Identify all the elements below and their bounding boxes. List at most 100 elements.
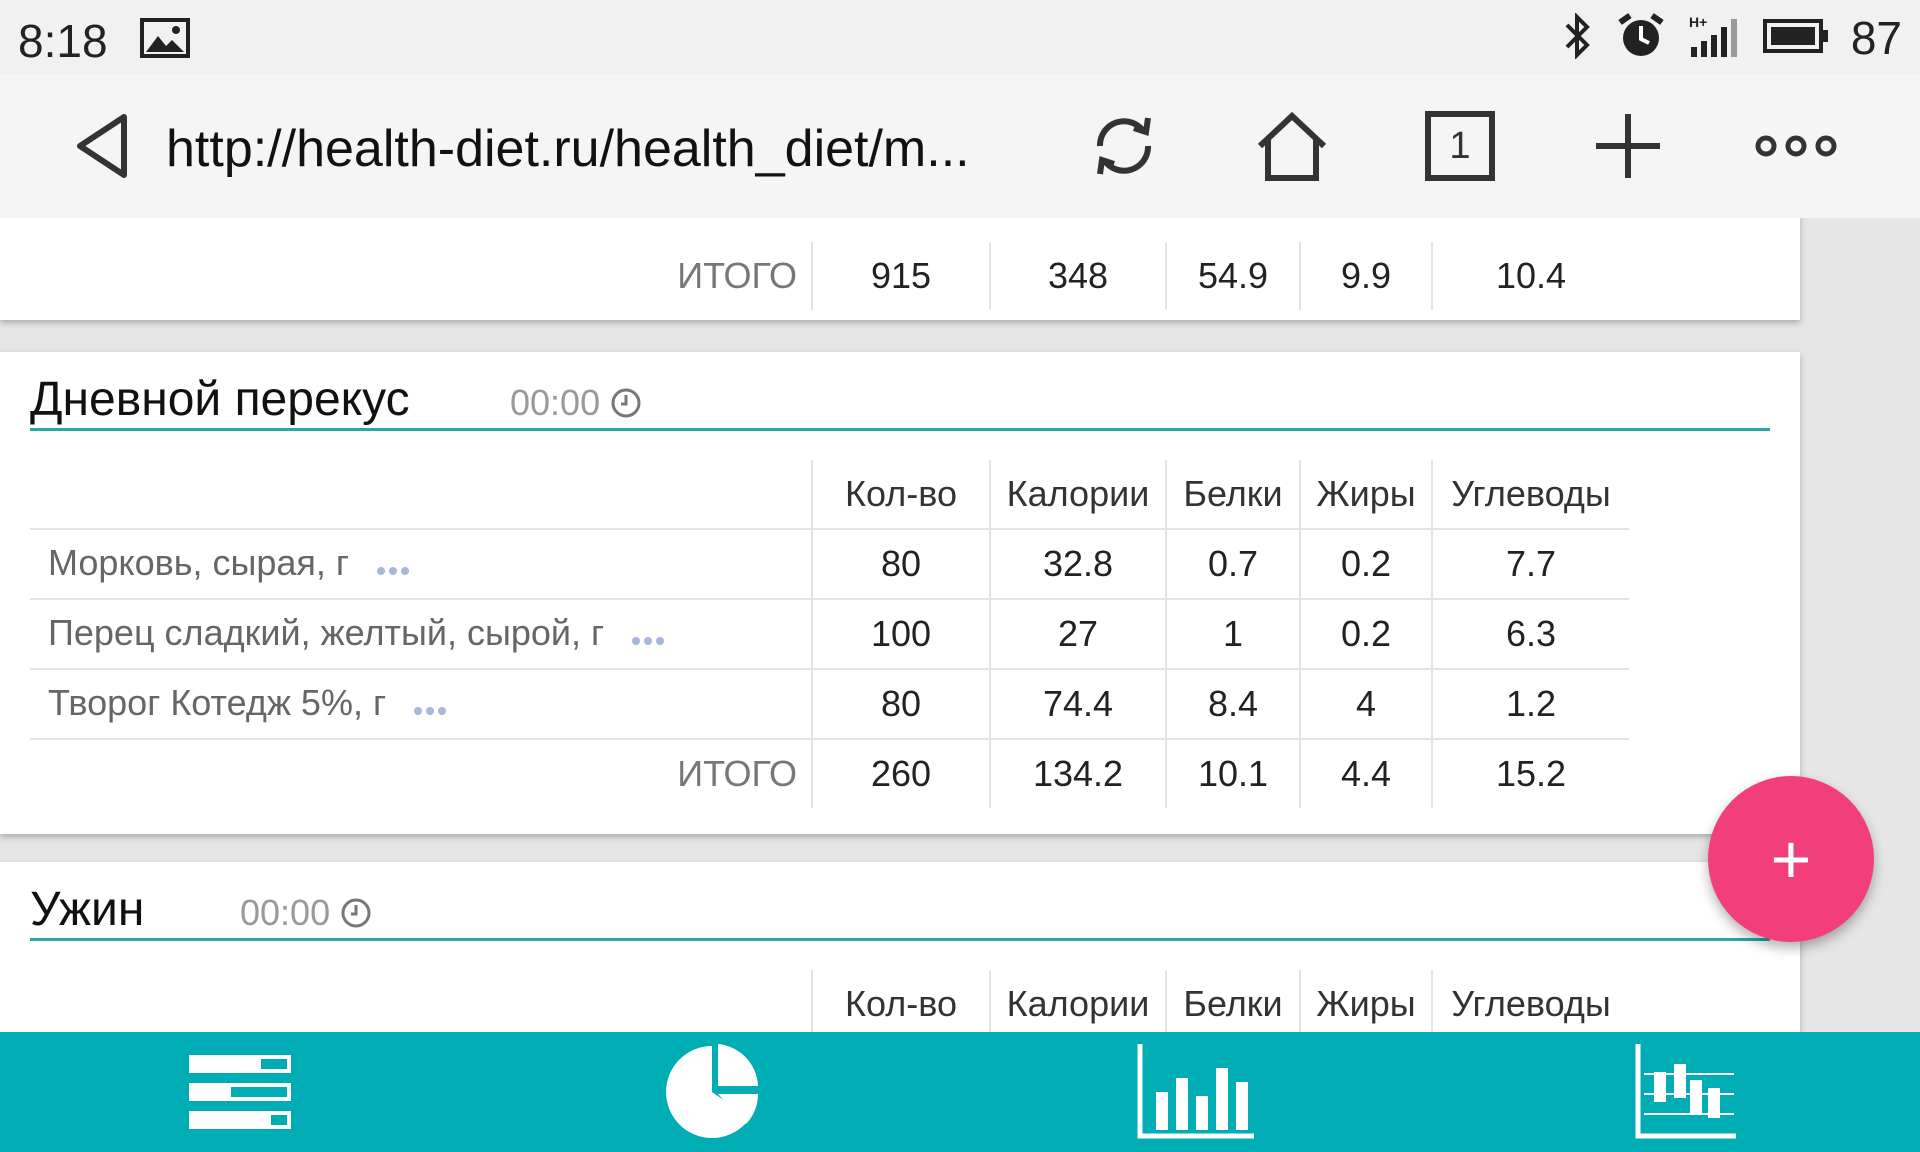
meal-time[interactable]: 00:00: [240, 892, 372, 934]
bluetooth-icon: [1561, 11, 1595, 64]
add-food-button[interactable]: +: [1708, 776, 1874, 942]
food-menu-icon[interactable]: [375, 544, 411, 586]
table-total-row: ИТОГО 260 134.2 10.1 4.4 15.2: [30, 739, 1629, 808]
header-name: [30, 970, 813, 1032]
total-qty: 915: [812, 242, 991, 310]
back-button[interactable]: [60, 104, 144, 188]
header-qty: Кол-во: [812, 970, 991, 1032]
list-bars-icon: [189, 1055, 291, 1129]
battery-level: 87: [1850, 12, 1902, 64]
header-carb: Углеводы: [1432, 970, 1629, 1032]
menu-button[interactable]: [1754, 104, 1838, 188]
total-cal: 134.2: [990, 739, 1167, 808]
meal-divider: [30, 938, 1770, 941]
food-fat: 4: [1300, 669, 1433, 740]
bottom-navigation: [0, 1032, 1920, 1152]
food-cal: 74.4: [990, 669, 1167, 740]
clock-icon: [611, 388, 641, 418]
food-name-text: Морковь, сырая, г: [48, 541, 350, 583]
status-bar: 8:18 H+ 87: [0, 0, 1920, 74]
food-menu-icon[interactable]: [412, 684, 448, 726]
tab-count: 1: [1449, 124, 1471, 167]
pie-chart-icon: [666, 1044, 758, 1138]
image-icon: [140, 18, 190, 63]
total-prot: 10.1: [1166, 739, 1301, 808]
table-total-row: ИТОГО 915 348 54.9 9.9 10.4: [30, 242, 1629, 310]
meal-card-snack: Дневной перекус 00:00 Кол-во Калории Бел…: [0, 352, 1800, 834]
food-prot: 1: [1166, 599, 1301, 670]
meal-title: Ужин: [30, 883, 145, 936]
total-fat: 9.9: [1300, 242, 1433, 310]
status-time: 8:18: [18, 15, 108, 67]
total-carb: 15.2: [1495, 753, 1567, 794]
meal-time-value: 00:00: [510, 382, 601, 423]
food-carb: 1.2: [1432, 669, 1629, 740]
total-fat: 4.4: [1300, 739, 1433, 808]
candlestick-chart-icon: [1635, 1044, 1736, 1139]
food-menu-icon[interactable]: [630, 614, 666, 656]
meal-time[interactable]: 00:00: [510, 382, 642, 424]
new-tab-button[interactable]: [1586, 104, 1670, 188]
reload-icon: [1096, 117, 1152, 175]
food-carb: 6.3: [1432, 599, 1629, 670]
header-carb: Углеводы: [1432, 460, 1629, 530]
food-qty[interactable]: 80: [812, 529, 991, 600]
home-icon: [1257, 111, 1327, 181]
total-label: ИТОГО: [30, 739, 813, 808]
food-name: Перец сладкий, желтый, сырой, г: [30, 599, 813, 670]
battery-icon: [1762, 18, 1829, 58]
total-carb: 10.4: [1495, 255, 1567, 296]
food-cal: 32.8: [990, 529, 1167, 600]
home-button[interactable]: [1250, 104, 1334, 188]
meal-table-previous: ИТОГО 915 348 54.9 9.9 10.4: [30, 242, 1629, 310]
total-cal: 348: [990, 242, 1167, 310]
nav-stats-button[interactable]: [1626, 1042, 1746, 1142]
total-label: ИТОГО: [30, 242, 813, 310]
total-qty: 260: [812, 739, 991, 808]
table-header-row: Кол-во Калории Белки Жиры Углеводы: [30, 460, 1629, 530]
table-row[interactable]: Творог Котедж 5%, г 80 74.4 8.4 4 1.2: [30, 669, 1629, 740]
food-prot: 8.4: [1166, 669, 1301, 740]
header-name: [30, 460, 813, 530]
nav-bar-chart-button[interactable]: [1136, 1042, 1256, 1142]
food-name: Морковь, сырая, г: [30, 529, 813, 600]
meal-title: Дневной перекус: [30, 373, 410, 426]
header-fat: Жиры: [1300, 970, 1433, 1032]
header-fat: Жиры: [1300, 460, 1433, 530]
header-prot: Белки: [1166, 460, 1301, 530]
food-cal: 27: [990, 599, 1167, 670]
header-cal: Калории: [990, 970, 1167, 1032]
menu-icon: [1755, 135, 1837, 157]
meal-card-previous: ИТОГО 915 348 54.9 9.9 10.4: [0, 218, 1800, 320]
total-prot: 54.9: [1166, 242, 1301, 310]
page-content[interactable]: ИТОГО 915 348 54.9 9.9 10.4 Дневной пере…: [0, 218, 1920, 1032]
food-fat: 0.2: [1300, 599, 1433, 670]
food-name-text: Перец сладкий, желтый, сырой, г: [48, 611, 605, 653]
meal-time-value: 00:00: [240, 892, 331, 933]
header-cal: Калории: [990, 460, 1167, 530]
signal-icon: H+: [1687, 13, 1741, 64]
reload-button[interactable]: [1082, 104, 1166, 188]
header-qty: Кол-во: [812, 460, 991, 530]
food-qty[interactable]: 80: [812, 669, 991, 740]
food-qty[interactable]: 100: [812, 599, 991, 670]
nav-pie-button[interactable]: [652, 1042, 772, 1142]
new-tab-icon: [1596, 114, 1660, 178]
bar-chart-icon: [1137, 1044, 1254, 1139]
back-icon: [77, 114, 127, 178]
table-row[interactable]: Перец сладкий, желтый, сырой, г 100 27 1…: [30, 599, 1629, 670]
header-prot: Белки: [1166, 970, 1301, 1032]
alarm-icon: [1617, 12, 1665, 65]
table-header-row: Кол-во Калории Белки Жиры Углеводы: [30, 970, 1629, 1032]
table-row[interactable]: Морковь, сырая, г 80 32.8 0.7 0.2 7.7: [30, 529, 1629, 600]
clock-icon: [341, 898, 371, 928]
food-fat: 0.2: [1300, 529, 1433, 600]
meal-card-dinner: Ужин 00:00 Кол-во Калории Белки Жиры Угл…: [0, 862, 1800, 1032]
food-name-text: Творог Котедж 5%, г: [48, 681, 387, 723]
tabs-button[interactable]: 1: [1418, 104, 1502, 188]
food-name: Творог Котедж 5%, г: [30, 669, 813, 740]
meal-table-snack: Кол-во Калории Белки Жиры Углеводы Морко…: [30, 460, 1629, 808]
nav-meals-button[interactable]: [180, 1042, 300, 1142]
address-bar[interactable]: http://health-diet.ru/health_diet/m...: [166, 114, 1026, 184]
plus-icon: +: [1770, 820, 1812, 898]
